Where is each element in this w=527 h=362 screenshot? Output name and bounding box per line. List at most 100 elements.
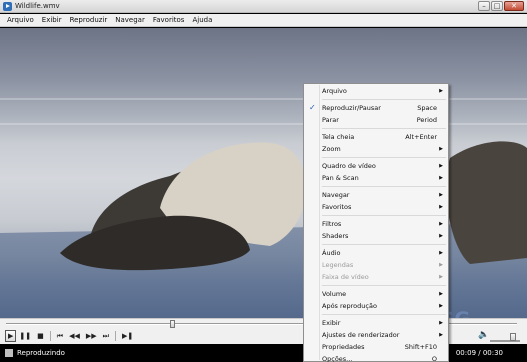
title-bar: Wildlife.wmv – □ ✕ [0, 0, 527, 13]
menu-item-shortcut: Space [417, 104, 437, 112]
submenu-arrow-icon: ▶ [439, 233, 443, 239]
menu-item-tela-cheia[interactable]: Tela cheia Alt+Enter [304, 131, 448, 143]
frame-step-icon[interactable]: ▶❚ [119, 330, 136, 342]
menu-item-favoritos[interactable]: Favoritos ▶ [304, 201, 448, 213]
submenu-arrow-icon: ▶ [439, 175, 443, 181]
menu-item-label: Tela cheia [322, 133, 355, 141]
divider [114, 331, 116, 341]
menu-favoritos[interactable]: Favoritos [149, 16, 189, 24]
next-icon[interactable]: ⏭ [100, 330, 112, 342]
menu-item-zoom[interactable]: Zoom ▶ [304, 143, 448, 155]
maximize-button[interactable]: □ [491, 1, 503, 11]
check-icon: ✓ [309, 103, 316, 112]
window-controls: – □ ✕ [478, 1, 524, 11]
menu-separator [322, 215, 446, 216]
submenu-arrow-icon: ▶ [439, 250, 443, 256]
menu-item-shortcut: Period [416, 116, 437, 124]
volume-track[interactable] [490, 340, 520, 342]
menu-separator [322, 244, 446, 245]
menu-separator [322, 128, 446, 129]
menu-item-label: Zoom [322, 145, 341, 153]
menu-item-shortcut: O [431, 355, 437, 362]
menu-item-shortcut: Alt+Enter [405, 133, 437, 141]
menu-item-label: Propriedades [322, 343, 365, 351]
menu-navegar[interactable]: Navegar [111, 16, 149, 24]
menu-item-label: Reproduzir/Pausar [322, 104, 381, 112]
menu-item-pan-scan[interactable]: Pan & Scan ▶ [304, 172, 448, 184]
status-icon [5, 349, 13, 357]
menu-item-shortcut: Shift+F10 [404, 343, 437, 351]
menu-item-opcoes[interactable]: Opções... O [304, 353, 448, 362]
menu-item-label: Filtros [322, 220, 342, 228]
menu-item-label: Arquivo [322, 87, 347, 95]
menu-item-label: Favoritos [322, 203, 352, 211]
fast-forward-icon[interactable]: ▶▶ [83, 330, 100, 342]
play-button[interactable]: ▶ [5, 330, 17, 342]
submenu-arrow-icon: ▶ [439, 192, 443, 198]
menu-item-filtros[interactable]: Filtros ▶ [304, 218, 448, 230]
menu-ajuda[interactable]: Ajuda [188, 16, 216, 24]
menu-item-shaders[interactable]: Shaders ▶ [304, 230, 448, 242]
submenu-arrow-icon: ▶ [439, 303, 443, 309]
menu-item-volume[interactable]: Volume ▶ [304, 288, 448, 300]
menu-separator [322, 186, 446, 187]
menu-item-ajustes-de-renderizador[interactable]: Ajustes de renderizador ▶ [304, 329, 448, 341]
menu-item-label: Pan & Scan [322, 174, 359, 182]
menu-item-label: Parar [322, 116, 339, 124]
menu-item-label: Faixa de vídeo [322, 273, 369, 281]
submenu-arrow-icon: ▶ [439, 204, 443, 210]
stop-button[interactable]: ■ [34, 330, 47, 342]
menu-item-label: Legendas [322, 261, 354, 269]
submenu-arrow-icon: ▶ [439, 88, 443, 94]
submenu-arrow-icon: ▶ [439, 274, 443, 280]
submenu-arrow-icon: ▶ [439, 146, 443, 152]
menu-item-propriedades[interactable]: Propriedades Shift+F10 [304, 341, 448, 353]
status-text: Reproduzindo [17, 349, 65, 357]
menu-item-arquivo[interactable]: Arquivo ▶ [304, 85, 448, 97]
menu-item-label: Áudio [322, 249, 341, 257]
minimize-button[interactable]: – [478, 1, 490, 11]
time-display: 00:09 / 00:30 [455, 349, 503, 357]
menu-reproduzir[interactable]: Reproduzir [66, 16, 112, 24]
menu-item-label: Ajustes de renderizador [322, 331, 400, 339]
menu-item-label: Navegar [322, 191, 350, 199]
app-icon [3, 1, 12, 11]
speaker-icon[interactable]: 🔈 [478, 330, 489, 340]
submenu-arrow-icon: ▶ [439, 163, 443, 169]
menu-separator [322, 285, 446, 286]
menu-item-label: Shaders [322, 232, 349, 240]
menu-exibir[interactable]: Exibir [38, 16, 66, 24]
rewind-icon[interactable]: ◀◀ [66, 330, 83, 342]
menu-item-label: Quadro de vídeo [322, 162, 376, 170]
volume-thumb[interactable] [509, 333, 516, 341]
menu-bar: Arquivo Exibir Reproduzir Navegar Favori… [0, 14, 527, 27]
submenu-arrow-icon: ▶ [439, 291, 443, 297]
previous-icon[interactable]: ⏮ [54, 330, 66, 342]
menu-item-label: Após reprodução [322, 302, 377, 310]
menu-item-exibir[interactable]: Exibir ▶ [304, 317, 448, 329]
window-title: Wildlife.wmv [15, 2, 60, 10]
close-button[interactable]: ✕ [504, 1, 524, 11]
submenu-arrow-icon: ▶ [439, 262, 443, 268]
submenu-arrow-icon: ▶ [439, 320, 443, 326]
menu-item-label: Opções... [322, 355, 353, 362]
menu-separator [322, 314, 446, 315]
menu-item-audio[interactable]: Áudio ▶ [304, 247, 448, 259]
context-menu: Arquivo ▶ ✓ Reproduzir/Pausar Space Parar Peri… [303, 83, 449, 362]
menu-item-faixa-de-video: Faixa de vídeo ▶ [304, 271, 448, 283]
menu-item-quadro-de-video[interactable]: Quadro de vídeo ▶ [304, 160, 448, 172]
submenu-arrow-icon: ▶ [439, 221, 443, 227]
menu-item-reproduzir-pausar[interactable]: ✓ Reproduzir/Pausar Space [304, 102, 448, 114]
menu-separator [322, 99, 446, 100]
divider [49, 331, 51, 341]
pause-button[interactable]: ❚❚ [16, 330, 34, 342]
menu-item-label: Volume [322, 290, 347, 298]
menu-arquivo[interactable]: Arquivo [3, 16, 38, 24]
menu-item-apos-reproducao[interactable]: Após reprodução ▶ [304, 300, 448, 312]
menu-separator [322, 157, 446, 158]
menu-item-legendas: Legendas ▶ [304, 259, 448, 271]
menu-item-navegar[interactable]: Navegar ▶ [304, 189, 448, 201]
submenu-arrow-icon: ▶ [439, 332, 443, 338]
menu-item-parar[interactable]: Parar Period [304, 114, 448, 126]
seek-thumb[interactable] [169, 320, 175, 328]
